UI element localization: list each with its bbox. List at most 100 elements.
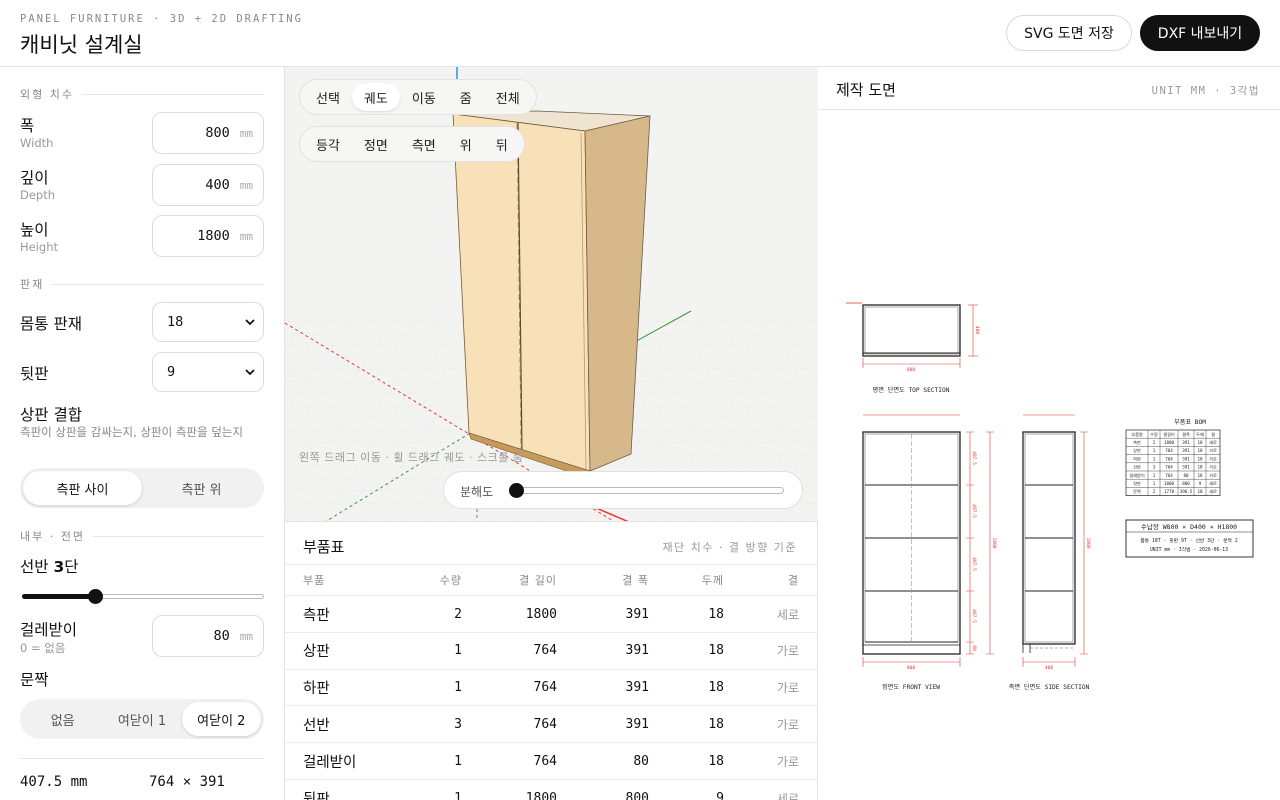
shelf-size-value: 764 × 391: [149, 774, 225, 790]
top-join-option-over[interactable]: 측판 위: [142, 471, 261, 505]
bom-cell: 18: [1197, 465, 1203, 470]
table-row[interactable]: 뒷판 1 1800 800 9 세로: [285, 779, 817, 800]
bom-header-cell: 결: [1211, 431, 1215, 437]
view-iso-button[interactable]: 등각: [304, 130, 352, 158]
table-row[interactable]: 선반 3 764 391 18 가로: [285, 705, 817, 742]
cell-thk: 18: [708, 753, 724, 769]
bom-cell: 1: [1153, 473, 1156, 478]
cell-wid: 80: [633, 753, 649, 769]
back-board-select[interactable]: 9: [152, 352, 264, 392]
view-top-button[interactable]: 위: [448, 130, 484, 158]
side-depth-dim: 400: [1045, 665, 1054, 671]
kick-label: 걸레받이: [20, 621, 78, 639]
table-row[interactable]: 걸레받이 1 764 80 18 가로: [285, 742, 817, 779]
export-dxf-button[interactable]: DXF 내보내기: [1140, 15, 1260, 51]
view-side-button[interactable]: 측면: [400, 130, 448, 158]
mode-select-button[interactable]: 선택: [304, 83, 352, 111]
doors-option-single[interactable]: 여닫이 1: [102, 702, 181, 736]
3d-viewport[interactable]: 선택 궤도 이동 줌 전체 등각 정면 측면 위 뒤 왼쪽 드래그 이동 · 휠…: [285, 67, 818, 522]
table-header-row: 부품 수량 결 길이 결 폭 두께 결: [285, 564, 817, 595]
explode-slider[interactable]: [512, 487, 784, 494]
cell-grain: 세로: [776, 607, 799, 622]
width-input[interactable]: 800 mm: [152, 112, 264, 154]
bom-cell: 800: [1182, 481, 1190, 486]
top-join-option-between[interactable]: 측판 사이: [23, 471, 142, 505]
column-header-len: 결 길이: [519, 574, 557, 587]
depth-sublabel: Depth: [20, 188, 56, 202]
bom-cell: 세로: [1209, 439, 1217, 446]
cell-grain: 세로: [776, 791, 799, 800]
bom-cell: 18: [1197, 473, 1203, 478]
bom-cell: 3: [1153, 465, 1156, 470]
bom-cell: 세로: [1209, 480, 1217, 487]
doors-option-double[interactable]: 여닫이 2: [181, 702, 261, 736]
title-block: 수납장 W800 × D400 × H1800 몸통 18T · 뒷판 9T ·…: [1125, 519, 1254, 558]
chevron-down-icon: [245, 319, 255, 326]
cell-len: 1800: [525, 790, 557, 800]
title-block-line1: 몸통 18T · 뒷판 9T · 선반 3단 · 문짝 2: [1140, 537, 1238, 544]
shelf-count-value: 3: [53, 558, 65, 576]
divider: [20, 758, 264, 759]
back-board-label: 뒷판: [20, 365, 49, 383]
kick-input[interactable]: 80 mm: [152, 615, 264, 657]
bom-cell: 뒷판: [1133, 480, 1141, 487]
doors-option-none[interactable]: 없음: [23, 702, 102, 736]
brand-subtitle: PANEL FURNITURE · 3D + 2D DRAFTING: [20, 13, 303, 25]
cell-name: 측판: [303, 607, 330, 624]
bom-cell: 80: [1183, 473, 1189, 478]
mode-fit-all-button[interactable]: 전체: [484, 83, 532, 111]
bom-cell: 764: [1165, 465, 1173, 470]
bom-cell: 18: [1197, 448, 1203, 453]
cell-name: 하판: [303, 681, 330, 698]
front-height-dim: 1800: [991, 537, 997, 548]
front-view-label: 정면도 FRONT VIEW: [882, 683, 940, 691]
bom-cell: 상판: [1133, 447, 1141, 453]
slider-handle[interactable]: [87, 589, 103, 604]
view-back-button[interactable]: 뒤: [484, 130, 520, 158]
mode-zoom-button[interactable]: 줌: [448, 83, 484, 111]
mode-orbit-button[interactable]: 궤도: [351, 83, 400, 111]
view-front-button[interactable]: 정면: [352, 130, 400, 158]
parts-title: 부품표: [303, 538, 345, 556]
bom-cell: 가로: [1209, 472, 1217, 479]
bom-cell: 1800: [1164, 481, 1175, 486]
bom-header-cell: 수량: [1150, 431, 1158, 438]
technical-drawing[interactable]: 800 400 평면 단면도 TOP SECTION 407.5 407.5 4…: [818, 110, 1280, 800]
cell-thk: 18: [708, 680, 724, 696]
bom-cell: 764: [1165, 473, 1173, 478]
cell-wid: 391: [625, 606, 649, 622]
section-interior: 내부 · 전면: [20, 528, 264, 544]
bom-cell: 걸레받이: [1129, 472, 1145, 479]
table-row[interactable]: 측판 2 1800 391 18 세로: [285, 595, 817, 632]
cell-thk: 18: [708, 716, 724, 732]
cell-name: 걸레받이: [303, 754, 357, 771]
side-section-label: 측면 단면도 SIDE SECTION: [1009, 683, 1090, 691]
section-outer-dimensions: 외형 치수: [20, 86, 264, 102]
height-input[interactable]: 1800 mm: [152, 215, 264, 257]
shelf-count-slider[interactable]: [22, 589, 264, 604]
bom-cell: 18: [1197, 456, 1203, 461]
carcass-board-select[interactable]: 18: [152, 302, 264, 342]
table-row[interactable]: 하판 1 764 391 18 가로: [285, 668, 817, 706]
cell-qty: 1: [454, 790, 462, 800]
bom-table: 부품표 BOM 부품명 수량 결길이 결폭 두께 결측판 2 1800 391 18 세로상판 1 76…: [1125, 419, 1221, 496]
cell-wid: 391: [625, 643, 649, 659]
drawing-header: 제작 도면 UNIT MM · 3각법: [818, 67, 1280, 110]
depth-input[interactable]: 400 mm: [152, 164, 264, 206]
bom-cell: 764: [1165, 448, 1173, 453]
slider-handle[interactable]: [509, 483, 524, 498]
bom-cell: 문짝: [1133, 488, 1141, 495]
top-join-toggle: 측판 사이 측판 위: [20, 468, 264, 508]
height-label: 높이: [20, 221, 49, 239]
column-header-thk: 두께: [701, 574, 724, 587]
save-svg-button[interactable]: SVG 도면 저장: [1006, 15, 1132, 51]
table-row[interactable]: 상판 1 764 391 18 가로: [285, 631, 817, 669]
top-join-label: 상판 결합: [20, 406, 82, 424]
chevron-down-icon: [245, 369, 255, 376]
app-header: PANEL FURNITURE · 3D + 2D DRAFTING 캐비닛 설…: [0, 0, 1280, 67]
bom-cell: 1778: [1164, 489, 1175, 494]
bom-cell: 가로: [1209, 447, 1217, 454]
mode-pan-button[interactable]: 이동: [400, 83, 448, 111]
cabinet-model[interactable]: [452, 110, 651, 480]
bom-cell: 2: [1153, 440, 1156, 445]
